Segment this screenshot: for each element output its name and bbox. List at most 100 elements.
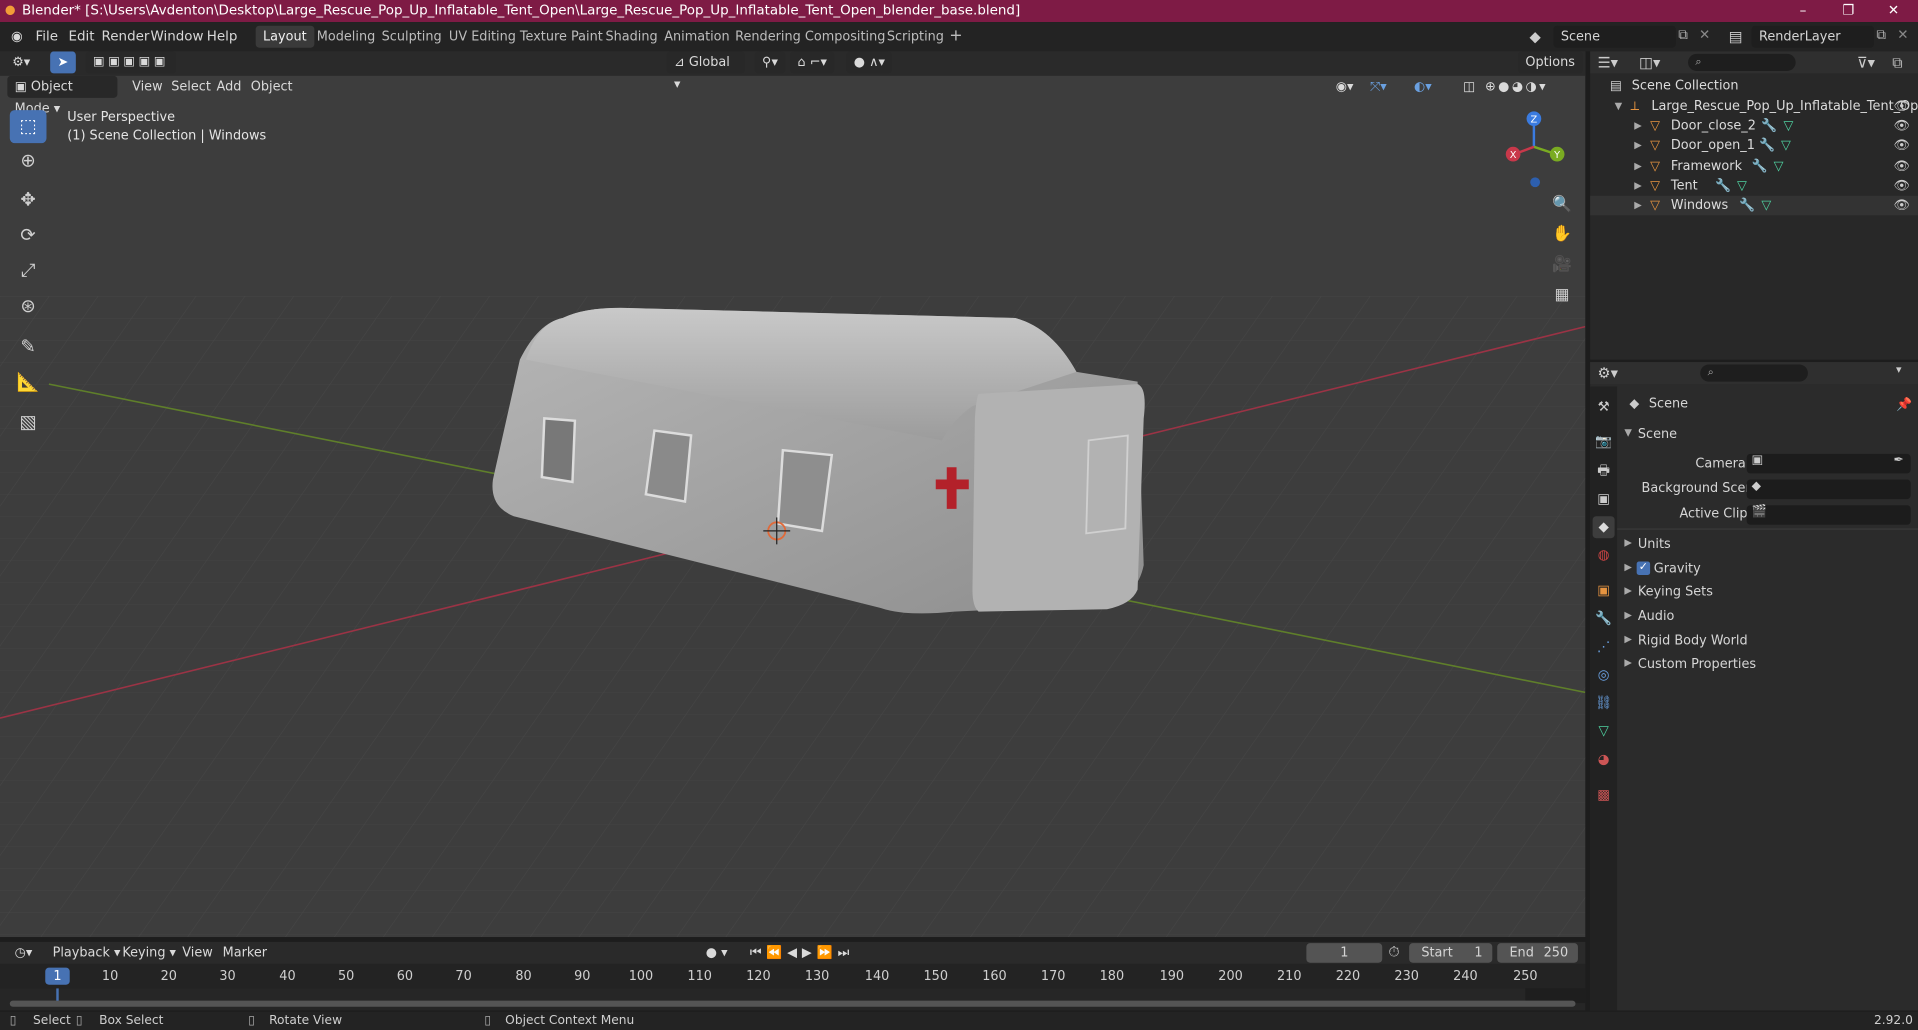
select-tool-icon[interactable]: ➤ xyxy=(50,51,76,74)
3d-viewport[interactable]: ⚙▾ ➤ ▣▣▣▣▣ ⊿ Global ▾ ⚲▾ ⌂ ⌐▾ ● ∧▾ Optio… xyxy=(0,51,1586,938)
expand-arrow-icon[interactable]: ▶ xyxy=(1634,116,1642,136)
ortho-grid-icon[interactable]: ▦ xyxy=(1549,283,1576,310)
properties-type-icon[interactable]: ⚙▾ xyxy=(1598,365,1619,382)
start-frame-field[interactable]: Start 1 xyxy=(1409,943,1493,963)
timeline-type-icon[interactable]: ◷▾ xyxy=(7,942,39,964)
view-layer-tab-icon[interactable]: ▣ xyxy=(1593,488,1615,510)
zoom-icon[interactable]: 🔍 xyxy=(1549,192,1576,219)
properties-editor[interactable]: ⚙▾ ⌕ ▾ ⚒ 📷 🖶 ▣ ◆ ◍ ▣ 🔧 ⋰ ◎ ⛓ ▽ ◕ ▩ ◆ Sce… xyxy=(1590,362,1918,1011)
timeline-view-menu[interactable]: View xyxy=(175,942,220,964)
outliner[interactable]: ☰▾ ◫▾ ⌕ ⊽▾ ⧉ ▤ Scene Collection ▼ ⟂ Larg… xyxy=(1590,51,1918,360)
tab-scripting[interactable]: Scripting xyxy=(879,26,951,48)
expand-arrow-icon[interactable]: ▶ xyxy=(1634,196,1642,216)
frame-ruler[interactable]: 1 10 20 30 40 50 60 70 80 90 100 110 120… xyxy=(0,963,1586,989)
menu-help[interactable]: Help xyxy=(201,22,244,51)
tab-compositing[interactable]: Compositing xyxy=(798,26,893,48)
outliner-type-icon[interactable]: ☰▾ xyxy=(1598,54,1619,71)
display-mode-icon[interactable]: ◫▾ xyxy=(1639,54,1660,71)
cursor-tool-icon[interactable]: ⊕ xyxy=(10,144,47,177)
panel-expand-icon[interactable]: ▶ xyxy=(1624,561,1632,572)
tab-rendering[interactable]: Rendering xyxy=(728,26,808,48)
tab-modeling[interactable]: Modeling xyxy=(309,26,382,48)
outliner-row-framework[interactable]: ▶ ▽ Framework 🔧 ▽ 👁 xyxy=(1590,157,1918,177)
object-tab-icon[interactable]: ▣ xyxy=(1593,580,1615,602)
tab-uv-editing[interactable]: UV Editing xyxy=(442,26,524,48)
rigid-body-world-panel[interactable]: Rigid Body World xyxy=(1638,634,1748,649)
measure-tool-icon[interactable]: 📐 xyxy=(10,366,47,399)
outliner-row-door-open-1[interactable]: ▶ ▽ Door_open_1 🔧 ▽ 👁 xyxy=(1590,136,1918,156)
selection-mode-icons[interactable]: ▣▣▣▣▣ xyxy=(85,51,177,74)
keying-sets-panel[interactable]: Keying Sets xyxy=(1638,585,1713,600)
outliner-row-windows[interactable]: ▶ ▽ Windows 🔧 ▽ 👁 xyxy=(1590,195,1918,216)
visibility-icon[interactable]: ◉▾ xyxy=(1328,76,1360,98)
background-scene-field[interactable]: ◆ xyxy=(1746,479,1911,500)
outliner-row-scene-collection[interactable]: ▤ Scene Collection xyxy=(1590,76,1918,96)
annotate-tool-icon[interactable]: ✎ xyxy=(10,330,47,363)
panel-collapse-icon[interactable]: ▼ xyxy=(1624,427,1632,438)
shading-mode-icons[interactable]: ⊕●◕◑▾ xyxy=(1478,76,1556,98)
scene-selector[interactable]: Scene xyxy=(1553,25,1676,48)
filter-icon[interactable]: ⊽▾ xyxy=(1857,54,1875,71)
new-renderlayer-icon[interactable]: ⧉ xyxy=(1876,27,1886,44)
scene-icon[interactable]: ◆ xyxy=(1524,26,1546,48)
visibility-eye-icon[interactable]: 👁 xyxy=(1894,157,1910,177)
panel-expand-icon[interactable]: ▶ xyxy=(1624,634,1632,645)
end-frame-field[interactable]: End 250 xyxy=(1497,943,1578,963)
renderlayer-icon[interactable]: ▤ xyxy=(1725,26,1747,48)
transform-orientation-dropdown[interactable]: ⊿ Global ▾ xyxy=(666,51,745,92)
menu-object[interactable]: Object xyxy=(243,76,300,98)
texture-tab-icon[interactable]: ▩ xyxy=(1593,784,1615,806)
data-tab-icon[interactable]: ▽ xyxy=(1593,721,1615,743)
visibility-eye-icon[interactable]: 👁 xyxy=(1894,97,1910,117)
close-button[interactable]: ✕ xyxy=(1872,0,1916,22)
transform-tool-icon[interactable]: ⊛ xyxy=(10,290,47,323)
mode-dropdown[interactable]: ▣ Object Mode ▾ xyxy=(7,75,118,116)
visibility-eye-icon[interactable]: 👁 xyxy=(1894,116,1910,136)
proportional-edit-icon[interactable]: ● ∧▾ xyxy=(846,51,893,74)
pan-hand-icon[interactable]: ✋ xyxy=(1549,221,1576,248)
scale-tool-icon[interactable]: ⤢ xyxy=(10,254,47,287)
editor-type-icon[interactable]: ⚙▾ xyxy=(5,51,38,73)
material-tab-icon[interactable]: ◕ xyxy=(1593,749,1615,771)
visibility-eye-icon[interactable]: 👁 xyxy=(1894,196,1910,216)
tab-texture-paint[interactable]: Texture Paint xyxy=(513,26,611,48)
constraints-tab-icon[interactable]: ⛓ xyxy=(1593,692,1615,714)
timeline-editor[interactable]: ◷▾ Playback ▾ Keying ▾ View Marker ● ▾ ⏮… xyxy=(0,941,1586,1011)
active-clip-field[interactable]: 🎬 xyxy=(1746,505,1911,525)
outliner-row-door-close-2[interactable]: ▶ ▽ Door_close_2 🔧 ▽ 👁 xyxy=(1590,116,1918,136)
audio-panel[interactable]: Audio xyxy=(1638,609,1675,624)
select-box-tool-icon[interactable]: ⬚ xyxy=(9,110,47,144)
renderlayer-selector[interactable]: RenderLayer xyxy=(1751,25,1874,48)
panel-expand-icon[interactable]: ▶ xyxy=(1624,657,1632,668)
stopwatch-icon[interactable]: ⏱ xyxy=(1388,943,1399,961)
delete-scene-icon[interactable]: ✕ xyxy=(1699,27,1710,43)
properties-options-icon[interactable]: ▾ xyxy=(1896,365,1902,377)
output-tab-icon[interactable]: 🖶 xyxy=(1593,460,1615,482)
properties-search-input[interactable]: ⌕ xyxy=(1700,364,1808,382)
custom-properties-panel[interactable]: Custom Properties xyxy=(1638,657,1756,672)
timeline-scrollbar[interactable] xyxy=(9,1000,1576,1007)
world-tab-icon[interactable]: ◍ xyxy=(1593,544,1615,566)
maximize-button[interactable]: ❐ xyxy=(1826,0,1870,22)
expand-arrow-icon[interactable]: ▶ xyxy=(1634,157,1642,177)
expand-arrow-icon[interactable]: ▶ xyxy=(1634,176,1642,196)
expand-arrow-icon[interactable]: ▼ xyxy=(1615,97,1623,117)
current-frame-field[interactable]: 1 xyxy=(1306,943,1383,963)
outliner-row-collection[interactable]: ▼ ⟂ Large_Rescue_Pop_Up_Inflatable_Tent_… xyxy=(1590,97,1918,117)
minimize-button[interactable]: – xyxy=(1781,0,1825,22)
navigation-gizmo[interactable]: Z Y X xyxy=(1500,108,1568,189)
outliner-row-tent[interactable]: ▶ ▽ Tent 🔧 ▽ 👁 xyxy=(1590,176,1918,196)
units-panel[interactable]: Units xyxy=(1638,537,1671,552)
visibility-eye-icon[interactable]: 👁 xyxy=(1894,176,1910,196)
render-tab-icon[interactable]: 📷 xyxy=(1593,431,1615,453)
rotate-tool-icon[interactable]: ⟳ xyxy=(10,219,47,252)
tool-tab-icon[interactable]: ⚒ xyxy=(1593,396,1615,418)
overlay-toggle-icon[interactable]: ◐▾ xyxy=(1407,76,1439,98)
pivot-point-icon[interactable]: ⚲▾ xyxy=(754,51,786,74)
panel-expand-icon[interactable]: ▶ xyxy=(1624,585,1632,596)
new-scene-icon[interactable]: ⧉ xyxy=(1678,27,1688,44)
add-workspace-button[interactable]: + xyxy=(942,26,970,48)
marker-menu[interactable]: Marker xyxy=(215,942,274,964)
tab-shading[interactable]: Shading xyxy=(598,26,665,48)
options-button[interactable]: Options xyxy=(1518,51,1583,74)
